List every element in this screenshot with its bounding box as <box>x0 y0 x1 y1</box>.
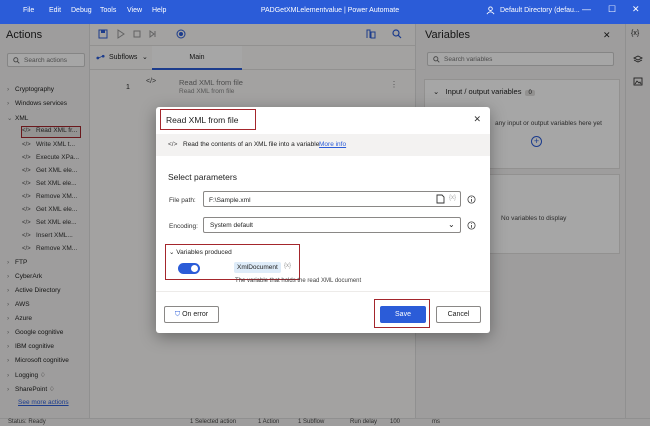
read-xml-dialog: Read XML from file ✕ </> Read the conten… <box>156 107 490 333</box>
menu-debug[interactable]: Debug <box>71 7 92 14</box>
save-button[interactable]: Save <box>380 306 426 323</box>
on-error-button[interactable]: ⛉ On error <box>164 306 219 323</box>
chevron-down-icon[interactable]: ⌄ <box>448 220 455 229</box>
dialog-description: Read the contents of an XML file into a … <box>183 141 320 148</box>
window-title: PADGetXMLelementvalue | Power Automate <box>260 7 400 14</box>
variable-rename-icon[interactable]: {x} <box>284 263 291 269</box>
file-path-label: File path: <box>169 197 196 204</box>
menu-view[interactable]: View <box>127 7 142 14</box>
maximize-icon[interactable]: ☐ <box>608 4 616 15</box>
title-bar: File Edit Debug Tools View Help PADGetXM… <box>0 0 650 24</box>
variable-picker-icon[interactable]: {x} <box>449 195 456 201</box>
menu-file[interactable]: File <box>23 7 34 14</box>
info-icon <box>467 195 476 204</box>
select-parameters-heading: Select parameters <box>168 172 237 182</box>
xml-icon: </> <box>168 141 178 148</box>
encoding-label: Encoding: <box>169 223 198 230</box>
menu-edit[interactable]: Edit <box>49 7 61 14</box>
directory-label[interactable]: Default Directory (defau... <box>500 7 580 14</box>
variables-produced-header[interactable]: ⌄ Variables produced <box>169 248 232 256</box>
file-browse-icon[interactable] <box>436 194 445 204</box>
dialog-description-bar: </> Read the contents of an XML file int… <box>156 134 490 156</box>
menu-tools[interactable]: Tools <box>100 7 116 14</box>
directory-icon <box>486 6 495 15</box>
minimize-icon[interactable]: — <box>582 4 591 14</box>
shield-icon: ⛉ <box>174 311 181 318</box>
close-icon[interactable]: ✕ <box>473 114 481 125</box>
encoding-value: System default <box>210 222 253 229</box>
divider <box>156 291 490 292</box>
more-info-link[interactable]: More info <box>319 141 346 148</box>
close-window-icon[interactable]: ✕ <box>632 4 640 15</box>
cancel-button[interactable]: Cancel <box>436 306 481 323</box>
menu-help[interactable]: Help <box>152 7 166 14</box>
file-path-field[interactable]: {x} <box>203 191 461 207</box>
encoding-select[interactable]: System default ⌄ <box>203 217 461 233</box>
variable-toggle[interactable] <box>178 263 200 274</box>
dialog-title: Read XML from file <box>160 109 256 130</box>
file-path-input[interactable] <box>209 195 409 205</box>
variable-name-chip[interactable]: XmlDocument <box>234 262 281 273</box>
info-icon <box>467 221 476 230</box>
variable-description: The variable that holds the read XML doc… <box>235 278 362 284</box>
chevron-down-icon: ⌄ <box>169 249 175 256</box>
